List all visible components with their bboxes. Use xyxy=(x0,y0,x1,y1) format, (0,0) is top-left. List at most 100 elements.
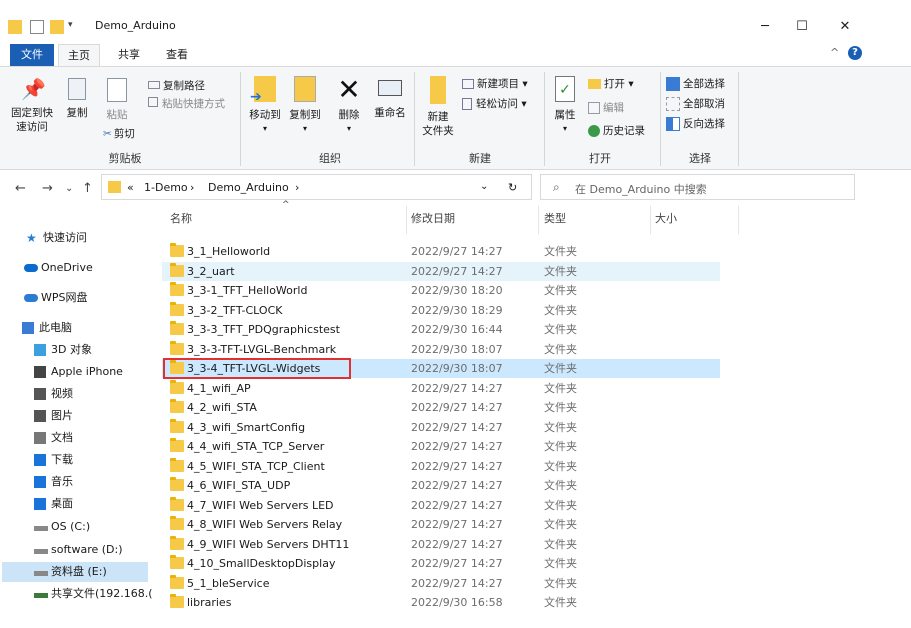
select-all-button[interactable]: 全部选择 xyxy=(666,76,725,91)
recent-locations-chevron-icon[interactable]: ⌄ xyxy=(65,183,73,194)
rename-button[interactable]: 重命名 xyxy=(370,76,410,120)
file-row[interactable]: 3_3-1_TFT_HelloWorld 2022/9/30 18:20 文件夹 xyxy=(162,281,720,300)
file-row[interactable]: 4_5_WIFI_STA_TCP_Client 2022/9/27 14:27 文件… xyxy=(162,457,720,476)
properties-button[interactable]: ✓ 属性 ▾ xyxy=(550,76,580,136)
pin-quick-access-button[interactable]: 📌 固定到快 速访问 xyxy=(8,78,56,134)
folder-icon xyxy=(170,438,184,452)
copy-button[interactable]: 复制 xyxy=(62,78,92,120)
file-row[interactable]: 3_3-2_TFT-CLOCK 2022/9/30 18:29 文件夹 xyxy=(162,301,720,320)
file-name: libraries xyxy=(187,596,232,609)
paste-shortcut-label: 粘贴快捷方式 xyxy=(162,98,225,110)
tab-file[interactable]: 文件 xyxy=(10,44,54,66)
tab-view[interactable]: 查看 xyxy=(156,44,198,66)
invert-selection-button[interactable]: 反向选择 xyxy=(666,116,725,131)
paste-shortcut-button[interactable]: 粘贴快捷方式 xyxy=(148,96,225,111)
file-row[interactable]: 4_3_wifi_SmartConfig 2022/9/27 14:27 文件夹 xyxy=(162,418,720,437)
column-divider[interactable] xyxy=(650,206,651,234)
folder-icon xyxy=(170,477,184,491)
column-header-type[interactable]: 类型 xyxy=(544,210,566,226)
history-label: 历史记录 xyxy=(603,125,645,137)
back-arrow-icon[interactable]: ← xyxy=(15,181,26,196)
file-row[interactable]: 4_8_WIFI Web Servers Relay 2022/9/27 14:2… xyxy=(162,515,720,534)
close-button[interactable]: ✕ xyxy=(830,16,860,38)
phone-icon xyxy=(34,366,46,378)
delete-button[interactable]: ✕ 删除 ▾ xyxy=(334,76,364,136)
move-to-button[interactable]: ➔ 移动到 ▾ xyxy=(246,76,284,136)
tab-share[interactable]: 共享 xyxy=(108,44,150,66)
column-divider[interactable] xyxy=(406,206,407,234)
search-input[interactable]: ⌕ 在 Demo_Arduino 中搜索 xyxy=(540,174,855,200)
file-row[interactable]: 4_7_WIFI Web Servers LED 2022/9/27 14:27 文… xyxy=(162,496,720,515)
customize-toolbar-icon[interactable]: ▾ xyxy=(68,20,82,34)
ribbon-separator xyxy=(544,72,545,166)
file-row[interactable]: 4_2_wifi_STA 2022/9/27 14:27 文件夹 xyxy=(162,398,720,417)
file-row[interactable]: 3_3-3_TFT_PDQgraphicstest 2022/9/30 16:44… xyxy=(162,320,720,339)
refresh-icon[interactable]: ↻ xyxy=(508,181,517,194)
network-drive-icon xyxy=(34,593,48,598)
copy-path-button[interactable]: 复制路径 xyxy=(148,78,205,93)
file-date: 2022/9/27 14:27 xyxy=(411,440,503,453)
sidebar-item-label: 3D 对象 xyxy=(51,343,92,356)
file-row[interactable]: 4_6_WIFI_STA_UDP 2022/9/27 14:27 文件夹 xyxy=(162,476,720,495)
file-name: 4_8_WIFI Web Servers Relay xyxy=(187,518,343,531)
select-none-label: 全部取消 xyxy=(683,98,725,110)
new-folder-quick-icon[interactable] xyxy=(50,20,64,34)
address-bar[interactable]: « 1-Demo › Demo_Arduino › ⌄ ↻ xyxy=(101,174,532,200)
paste-label: 粘贴 xyxy=(106,109,128,121)
cloud-icon xyxy=(24,264,38,272)
breadcrumb-demo-arduino[interactable]: Demo_Arduino xyxy=(208,181,289,194)
properties-icon: ✓ xyxy=(555,76,575,102)
forward-arrow-icon[interactable]: → xyxy=(42,181,53,196)
file-row[interactable]: 4_9_WIFI Web Servers DHT11 2022/9/27 14:2… xyxy=(162,535,720,554)
edit-button[interactable]: 编辑 xyxy=(588,100,624,115)
breadcrumb-overflow[interactable]: « xyxy=(127,181,134,194)
chevron-right-icon[interactable]: › xyxy=(190,181,194,194)
file-row[interactable]: 3_1_Helloworld 2022/9/27 14:27 文件夹 xyxy=(162,242,720,261)
maximize-button[interactable]: ☐ xyxy=(787,16,817,38)
file-row[interactable]: 4_4_wifi_STA_TCP_Server 2022/9/27 14:27 文件… xyxy=(162,437,720,456)
properties-quick-icon[interactable] xyxy=(30,20,44,34)
column-header-date[interactable]: 修改日期 xyxy=(411,210,455,226)
up-arrow-icon[interactable]: ↑ xyxy=(82,181,93,196)
file-row[interactable]: 3_3-3-TFT-LVGL-Benchmark 2022/9/30 18:07 文… xyxy=(162,340,720,359)
sidebar-item-label: 此电脑 xyxy=(39,321,72,334)
copy-icon xyxy=(68,78,86,100)
new-folder-button[interactable]: 新建 文件夹 xyxy=(418,76,458,138)
file-row[interactable]: 3_2_uart 2022/9/27 14:27 文件夹 xyxy=(162,261,720,281)
file-date: 2022/9/27 14:27 xyxy=(411,401,503,414)
file-row[interactable]: 4_10_SmallDesktopDisplay 2022/9/27 14:27 文… xyxy=(162,554,720,573)
column-divider[interactable] xyxy=(538,206,539,234)
copy-to-label: 复制到 xyxy=(289,109,321,121)
column-header-name[interactable]: 名称 xyxy=(170,210,192,226)
chevron-right-icon[interactable]: › xyxy=(295,181,299,194)
easy-access-button[interactable]: 轻松访问 ▾ xyxy=(462,96,527,111)
file-row[interactable]: 4_1_wifi_AP 2022/9/27 14:27 文件夹 xyxy=(162,379,720,398)
download-icon xyxy=(34,454,46,466)
column-divider[interactable] xyxy=(738,206,739,234)
file-date: 2022/9/27 14:27 xyxy=(411,518,503,531)
minimize-button[interactable]: ─ xyxy=(750,16,780,38)
collapse-ribbon-icon[interactable]: ^ xyxy=(830,46,839,59)
cut-button[interactable]: ✂ 剪切 xyxy=(103,126,135,141)
column-header-size[interactable]: 大小 xyxy=(655,210,677,226)
rename-icon xyxy=(378,80,402,96)
sidebar-item-label: 音乐 xyxy=(51,475,73,488)
paste-button[interactable]: 粘贴 xyxy=(102,78,132,122)
easy-access-icon xyxy=(462,98,472,110)
breadcrumb-1-demo[interactable]: 1-Demo xyxy=(144,181,188,194)
tab-home[interactable]: 主页 xyxy=(58,44,100,66)
copy-to-button[interactable]: 复制到 ▾ xyxy=(286,76,324,136)
sidebar-item[interactable]: 资料盘 (E:) xyxy=(2,562,148,582)
open-button[interactable]: 打开 ▾ xyxy=(588,76,634,91)
dropdown-chevron-icon[interactable]: ⌄ xyxy=(480,181,488,192)
file-row[interactable]: libraries 2022/9/30 16:58 文件夹 xyxy=(162,593,720,612)
select-none-button[interactable]: 全部取消 xyxy=(666,96,725,111)
file-date: 2022/9/27 14:27 xyxy=(411,576,503,590)
file-type: 文件夹 xyxy=(544,323,577,336)
file-row[interactable]: 5_1_bleService 2022/9/27 14:27 文件夹 xyxy=(162,574,720,593)
sidebar-item-label: 共享文件(192.168.( xyxy=(51,587,153,600)
new-item-button[interactable]: 新建项目 ▾ xyxy=(462,76,528,91)
edit-label: 编辑 xyxy=(603,102,624,114)
help-icon[interactable]: ? xyxy=(848,46,862,60)
history-button[interactable]: 历史记录 xyxy=(588,123,645,138)
